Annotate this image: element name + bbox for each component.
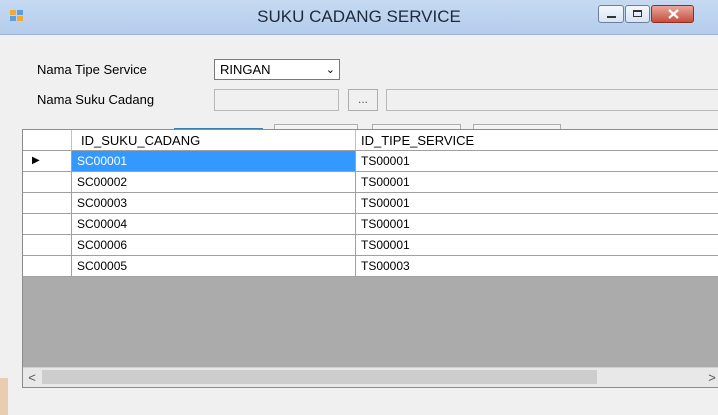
- tipe-service-value: RINGAN: [220, 62, 271, 77]
- row-pointer-icon: ▶: [32, 155, 40, 166]
- tipe-service-label: Nama Tipe Service: [37, 62, 147, 77]
- maximize-button[interactable]: [625, 5, 650, 23]
- row-header[interactable]: ▶: [23, 151, 72, 172]
- table-row[interactable]: ▶ SC00001 TS00001: [23, 151, 718, 172]
- row-header[interactable]: [23, 193, 72, 214]
- cell-id-suku-cadang[interactable]: SC00006: [72, 235, 356, 256]
- maximize-icon: [633, 10, 642, 17]
- data-grid[interactable]: ID_SUKU_CADANG ID_TIPE_SERVICE ▶ SC00001…: [22, 129, 718, 388]
- cell-id-suku-cadang[interactable]: SC00001: [72, 151, 356, 172]
- table-row[interactable]: SC00002 TS00001: [23, 172, 718, 193]
- app-window: SUKU CADANG SERVICE Nama Tipe Service RI…: [0, 0, 718, 415]
- suku-cadang-code-field[interactable]: [214, 89, 339, 111]
- title-bar[interactable]: SUKU CADANG SERVICE: [0, 0, 718, 35]
- table-row[interactable]: SC00005 TS00003: [23, 256, 718, 277]
- cell-id-suku-cadang[interactable]: SC00005: [72, 256, 356, 277]
- row-header[interactable]: [23, 235, 72, 256]
- close-button[interactable]: [651, 5, 694, 23]
- cell-id-tipe-service[interactable]: TS00001: [356, 193, 718, 214]
- row-header[interactable]: [23, 214, 72, 235]
- cell-id-tipe-service[interactable]: TS00001: [356, 235, 718, 256]
- cell-id-suku-cadang[interactable]: SC00004: [72, 214, 356, 235]
- scroll-left-icon[interactable]: <: [23, 368, 41, 387]
- row-header[interactable]: [23, 256, 72, 277]
- suku-cadang-name-field[interactable]: [386, 89, 718, 111]
- cell-id-tipe-service[interactable]: TS00001: [356, 151, 718, 172]
- grid-corner: [23, 130, 72, 151]
- column-header-id-suku-cadang[interactable]: ID_SUKU_CADANG: [72, 130, 356, 151]
- scrollbar-thumb[interactable]: [42, 370, 597, 384]
- horizontal-scrollbar[interactable]: < >: [23, 367, 718, 387]
- cell-id-tipe-service[interactable]: TS00001: [356, 214, 718, 235]
- column-header-id-tipe-service[interactable]: ID_TIPE_SERVICE: [356, 130, 718, 151]
- close-icon: [668, 9, 679, 19]
- table-row[interactable]: SC00006 TS00001: [23, 235, 718, 256]
- suku-cadang-label: Nama Suku Cadang: [37, 92, 155, 107]
- table-row[interactable]: SC00003 TS00001: [23, 193, 718, 214]
- minimize-button[interactable]: [598, 5, 624, 23]
- scroll-right-icon[interactable]: >: [703, 368, 718, 387]
- cell-id-tipe-service[interactable]: TS00001: [356, 172, 718, 193]
- tipe-service-select[interactable]: RINGAN ⌄: [214, 59, 340, 80]
- row-header[interactable]: [23, 172, 72, 193]
- minimize-icon: [607, 16, 616, 18]
- watermark-shape: [0, 378, 8, 415]
- chevron-down-icon: ⌄: [325, 64, 335, 76]
- cell-id-tipe-service[interactable]: TS00003: [356, 256, 718, 277]
- cell-id-suku-cadang[interactable]: SC00003: [72, 193, 356, 214]
- table-row[interactable]: SC00004 TS00001: [23, 214, 718, 235]
- cell-id-suku-cadang[interactable]: SC00002: [72, 172, 356, 193]
- browse-suku-cadang-button[interactable]: ...: [348, 89, 378, 111]
